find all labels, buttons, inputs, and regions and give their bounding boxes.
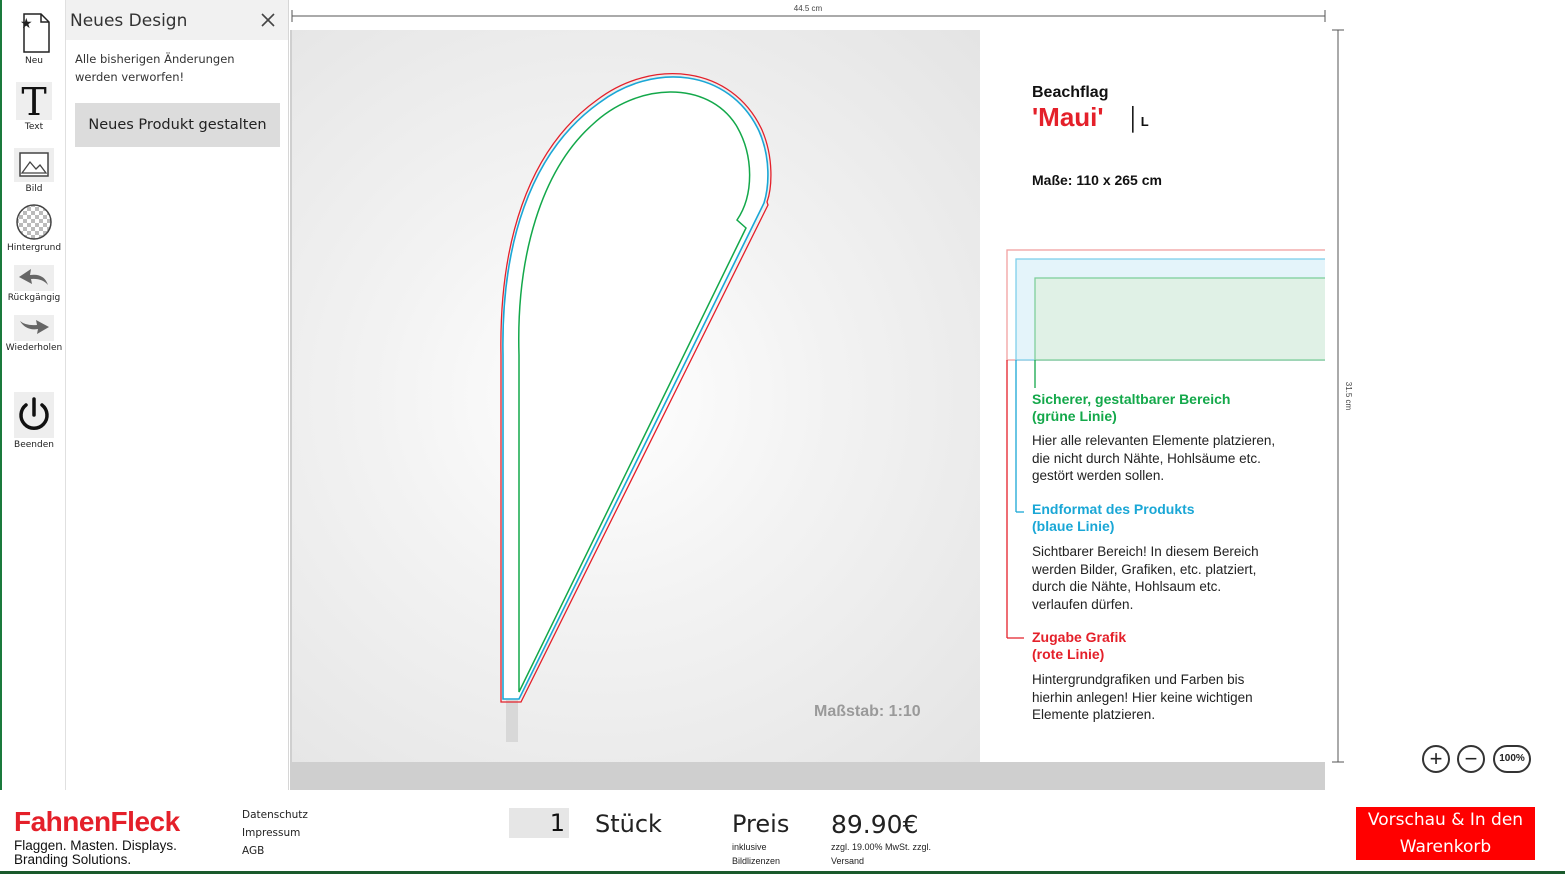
height-ruler-label: 31.5 cm <box>1344 382 1353 411</box>
vat-note-line: Versand <box>831 856 865 866</box>
svg-text:T: T <box>21 82 46 120</box>
new-design-tool[interactable]: ★ Neu <box>2 12 66 66</box>
vat-note: zzgl. 19.00% MwSt. zzgl. Versand <box>831 840 931 868</box>
zoom-reset-button[interactable]: 100% <box>1493 745 1531 773</box>
brand-tagline-2: Branding Solutions. <box>14 852 132 867</box>
tool-label: Text <box>24 122 44 132</box>
tool-label: Rückgängig <box>7 293 61 303</box>
image-tool[interactable]: Bild <box>2 148 66 194</box>
price-label: Preis <box>732 810 790 838</box>
dimension-rulers: 44.5 cm 31.5 cm <box>291 4 1353 763</box>
close-icon[interactable] <box>258 10 278 30</box>
panel-message: Alle bisherigen Änderungen werden verwor… <box>75 52 235 84</box>
power-icon <box>14 392 54 438</box>
design-canvas-frame: Maßstab: 1:10 Beachflag 'Maui' │L Maße: … <box>290 0 1565 790</box>
left-toolbar: ★ Neu T Text Bild Hintergrund Rückgängig… <box>0 0 66 790</box>
tool-label: Neu <box>25 56 43 66</box>
redo-tool[interactable]: Wiederholen <box>2 315 66 353</box>
zoom-in-button[interactable]: + <box>1422 745 1450 773</box>
panel-title: Neues Design <box>70 11 188 31</box>
brand-logo[interactable]: FahnenFleck <box>14 806 180 838</box>
quantity-input[interactable] <box>509 808 569 838</box>
undo-icon <box>14 265 54 291</box>
privacy-link[interactable]: Datenschutz <box>242 809 308 821</box>
zoom-out-button[interactable]: − <box>1457 745 1485 773</box>
cart-button-line: Warenkorb <box>1399 837 1492 857</box>
new-document-icon: ★ <box>20 13 50 53</box>
cart-button-line: Vorschau & In den <box>1367 810 1524 830</box>
tool-label: Beenden <box>14 440 54 450</box>
terms-link[interactable]: AGB <box>242 845 264 857</box>
vat-note-line: zzgl. 19.00% MwSt. zzgl. <box>831 842 932 852</box>
new-product-button[interactable]: Neues Produkt gestalten <box>75 103 280 147</box>
width-ruler-label: 44.5 cm <box>794 4 823 13</box>
brand-tagline-1: Flaggen. Masten. Displays. <box>14 838 177 853</box>
background-icon <box>16 204 52 240</box>
undo-tool[interactable]: Rückgängig <box>2 265 66 303</box>
quantity-unit: Stück <box>595 810 662 838</box>
image-icon <box>14 148 54 182</box>
background-tool[interactable]: Hintergrund <box>2 203 66 253</box>
svg-text:★: ★ <box>20 16 33 32</box>
new-design-panel: Neues Design Alle bisherigen Änderungen … <box>66 0 289 790</box>
preview-add-to-cart-button[interactable]: Vorschau & In den Warenkorb <box>1356 807 1535 860</box>
panel-header: Neues Design <box>66 0 288 40</box>
footer-bar: FahnenFleck Flaggen. Masten. Displays. B… <box>0 790 1565 874</box>
imprint-link[interactable]: Impressum <box>242 827 300 839</box>
price-note-line: inklusive <box>732 842 767 852</box>
tool-label: Bild <box>25 184 43 194</box>
redo-icon <box>14 315 54 341</box>
exit-tool[interactable]: Beenden <box>2 392 66 450</box>
tool-label: Hintergrund <box>6 243 62 253</box>
price-note-line: Bildlizenzen <box>732 856 781 866</box>
text-icon: T <box>16 82 52 120</box>
tool-label: Wiederholen <box>5 343 63 353</box>
price-value: 89.90€ <box>831 810 919 839</box>
price-note: inklusive Bildlizenzen <box>732 840 780 868</box>
text-tool[interactable]: T Text <box>2 82 66 132</box>
